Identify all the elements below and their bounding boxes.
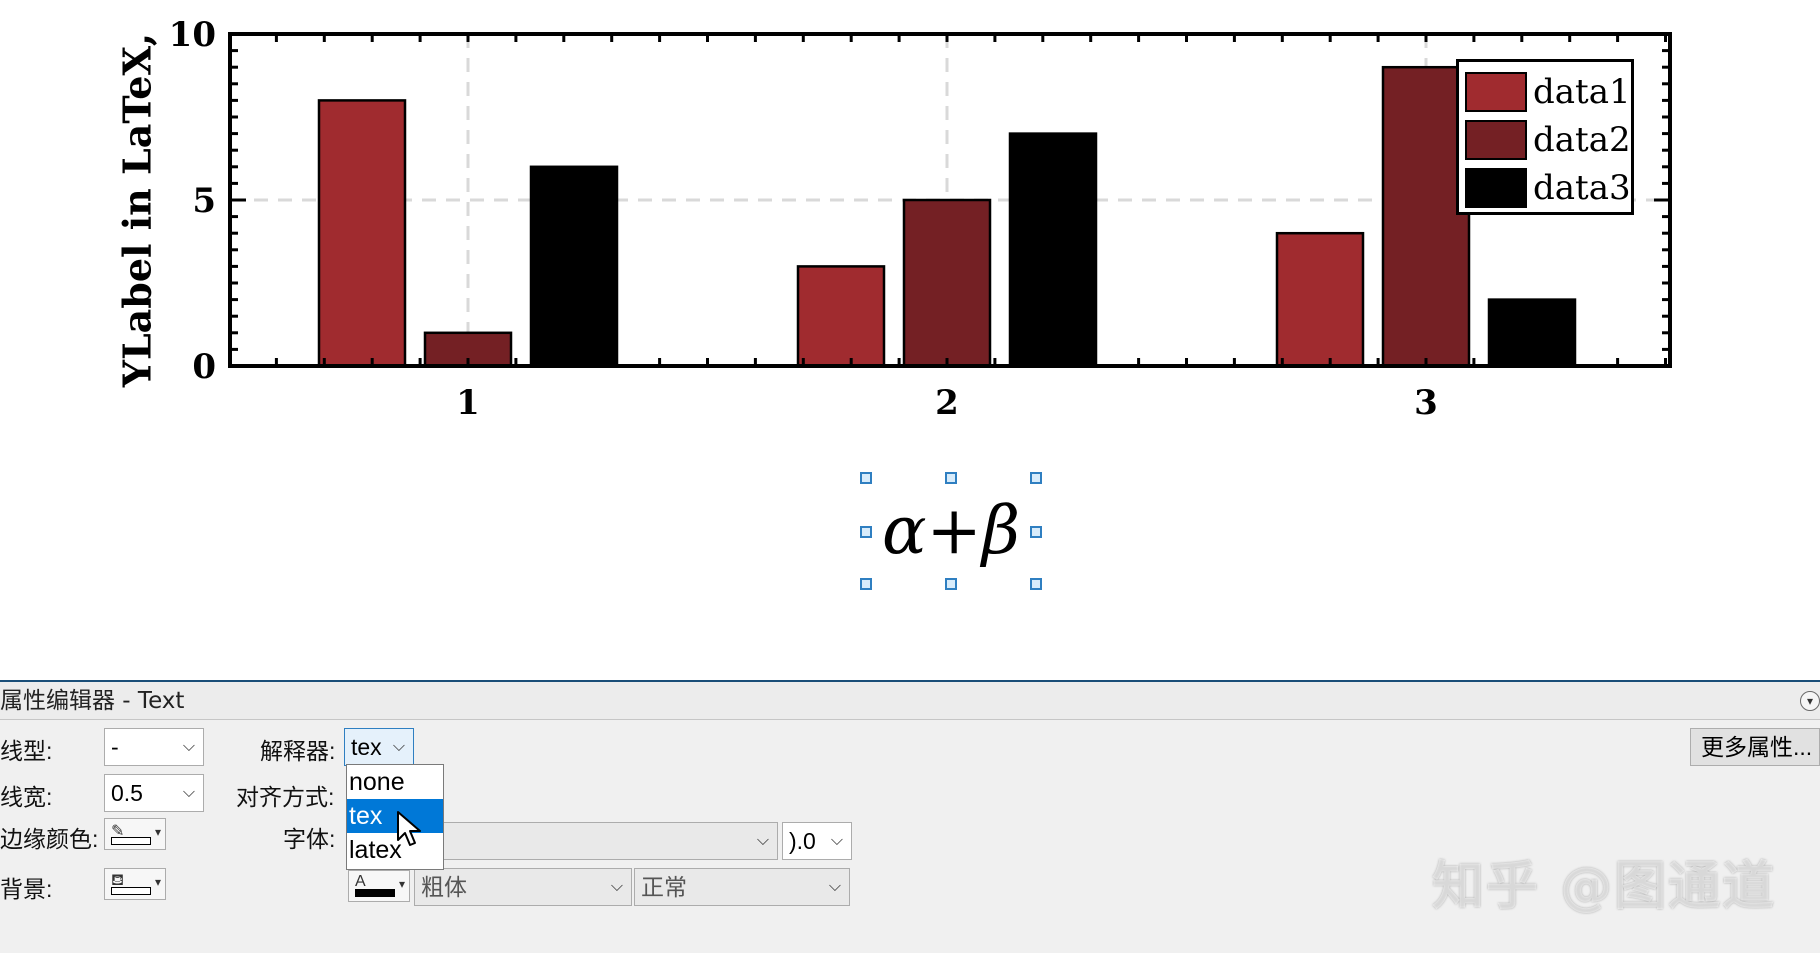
bar-data3-3 (1487, 298, 1577, 368)
line-width-label: 线宽: (0, 784, 53, 810)
line-width-select[interactable]: 0.5 ⌵ (104, 774, 204, 812)
interpreter-option-none[interactable]: none (347, 765, 443, 799)
interpreter-label: 解释器: (260, 738, 336, 764)
selection-handle[interactable] (1030, 526, 1042, 538)
bar-data3-2 (1008, 132, 1098, 368)
bar-data1-2 (796, 265, 886, 368)
background-color-swatch (111, 887, 151, 895)
line-style-value: - (111, 734, 119, 760)
selection-handle[interactable] (945, 472, 957, 484)
legend-label: data2 (1533, 120, 1631, 160)
interpreter-option-latex[interactable]: latex (347, 833, 443, 867)
interpreter-option-tex[interactable]: tex (347, 799, 443, 833)
interpreter-select[interactable]: tex ⌵ (344, 728, 414, 766)
y-tick-label: 10 (169, 15, 216, 55)
collapse-icon[interactable]: ▾ (1800, 691, 1820, 711)
bar-data2-2 (902, 198, 992, 368)
chevron-down-icon: ⌵ (828, 878, 842, 895)
font-color-swatch (355, 889, 395, 897)
y-tick-label: 0 (192, 347, 216, 387)
selected-text-object[interactable]: α+β (866, 478, 1036, 582)
selection-handle[interactable] (1030, 578, 1042, 590)
chevron-down-icon: ⌵ (756, 832, 770, 849)
background-label: 背景: (0, 876, 53, 902)
alignment-label: 对齐方式: (236, 784, 335, 810)
bar-data3-1 (529, 165, 619, 368)
line-width-value: 0.5 (111, 780, 143, 806)
chart-legend[interactable]: data1 data2 data3 (1456, 59, 1634, 215)
chevron-down-icon: ⌵ (182, 784, 196, 801)
legend-item-data3: data3 (1465, 164, 1631, 212)
property-editor-title: 属性编辑器 - Text (0, 682, 1820, 720)
caret-down-icon: ▾ (154, 825, 161, 839)
font-angle-select[interactable]: 正常 ⌵ (634, 868, 850, 906)
edge-color-picker[interactable]: ✎ ▾ (104, 818, 166, 850)
caret-down-icon: ▾ (154, 875, 161, 889)
line-style-label: 线型: (0, 738, 53, 764)
selection-handle[interactable] (945, 578, 957, 590)
figure-canvas: 0 5 10 1 2 3 YLabel in LaTeX, data1 data2 dat… (0, 0, 1820, 680)
font-weight-select[interactable]: 粗体 ⌵ (414, 868, 632, 906)
font-color-picker[interactable]: A ▾ (348, 870, 410, 902)
legend-swatch-data3 (1465, 168, 1527, 208)
interpreter-dropdown-list: none tex latex (346, 764, 444, 870)
bar-data1-3 (1275, 231, 1365, 368)
selection-handle[interactable] (860, 578, 872, 590)
legend-swatch-data1 (1465, 72, 1527, 112)
chevron-down-icon: ⌵ (392, 738, 406, 755)
more-properties-button[interactable]: 更多属性... (1690, 728, 1820, 766)
selection-handle[interactable] (1030, 472, 1042, 484)
watermark: 知乎 @图通道 (1432, 857, 1777, 917)
selection-handle[interactable] (860, 526, 872, 538)
interpreter-value: tex (351, 734, 382, 760)
legend-item-data1: data1 (1465, 68, 1631, 116)
font-label: 字体: (283, 826, 336, 852)
caret-down-icon: ▾ (398, 877, 405, 891)
edge-color-swatch (111, 837, 151, 845)
chevron-down-icon: ⌵ (182, 738, 196, 755)
chevron-down-icon: ⌵ (830, 832, 844, 849)
font-size-select[interactable]: ).0 ⌵ (782, 822, 852, 860)
selection-handle[interactable] (860, 472, 872, 484)
bar-data1-1 (317, 99, 407, 368)
line-style-select[interactable]: - ⌵ (104, 728, 204, 766)
x-tick-label: 1 (456, 383, 480, 423)
font-weight-value: 粗体 (421, 874, 467, 900)
x-tick-label: 2 (935, 383, 959, 423)
x-tick-label: 3 (1414, 383, 1438, 423)
font-angle-value: 正常 (641, 874, 687, 900)
font-size-value: ).0 (789, 828, 816, 854)
mouse-pointer-icon (397, 811, 421, 846)
chevron-down-icon: ⌵ (610, 878, 624, 895)
y-axis-label: YLabel in LaTeX, (114, 32, 160, 388)
background-color-picker[interactable]: ⛾ ▾ (104, 868, 166, 900)
edge-color-label: 边缘颜色: (0, 826, 99, 852)
legend-swatch-data2 (1465, 120, 1527, 160)
legend-item-data2: data2 (1465, 116, 1631, 164)
legend-label: data1 (1533, 72, 1631, 112)
y-tick-label: 5 (192, 181, 216, 221)
legend-label: data3 (1533, 168, 1631, 208)
